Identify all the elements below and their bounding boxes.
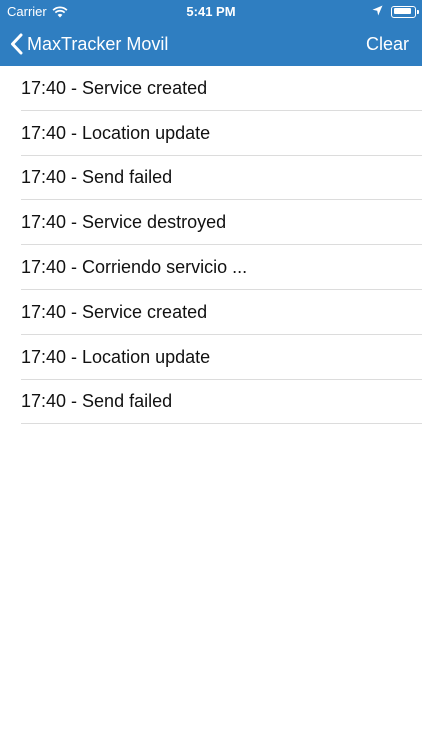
back-button-label: MaxTracker Movil [27,33,169,54]
list-item[interactable]: 17:40 - Service created [0,66,422,111]
list-item[interactable]: 17:40 - Service destroyed [0,200,422,245]
list-item[interactable]: 17:40 - Location update [0,335,422,380]
header: Carrier 5:41 PM MaxTracker Movil Clear [0,0,422,66]
back-button[interactable]: MaxTracker Movil [10,22,168,66]
status-indicators [372,4,419,19]
chevron-left-icon [10,33,23,55]
list-item[interactable]: 17:40 - Service created [0,290,422,335]
status-bar: Carrier 5:41 PM [0,0,422,22]
location-arrow-icon [372,4,383,19]
list-item[interactable]: 17:40 - Send failed [0,380,422,425]
battery-icon [391,5,419,18]
list-item[interactable]: 17:40 - Corriendo servicio ... [0,245,422,290]
log-list: 17:40 - Service created 17:40 - Location… [0,66,422,425]
status-time: 5:41 PM [186,4,236,19]
list-item[interactable]: 17:40 - Send failed [0,156,422,201]
clear-button[interactable]: Clear [366,22,409,66]
list-item[interactable]: 17:40 - Location update [0,111,422,156]
navigation-bar: MaxTracker Movil Clear [0,22,422,66]
